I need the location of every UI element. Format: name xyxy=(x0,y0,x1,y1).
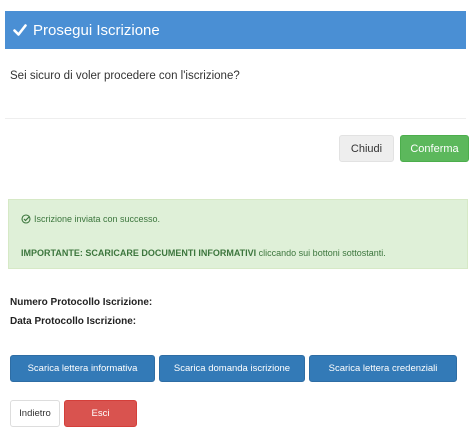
download-credentials-letter-button[interactable]: Scarica lettera credenziali xyxy=(309,355,457,382)
check-circle-icon xyxy=(21,214,31,224)
success-alert: Iscrizione inviata con successo. IMPORTA… xyxy=(8,199,468,269)
download-informative-letter-button[interactable]: Scarica lettera informativa xyxy=(10,355,155,382)
important-rest-text: cliccando sui bottoni sottostanti. xyxy=(256,248,386,258)
modal-title: Prosegui Iscrizione xyxy=(33,21,160,39)
modal-message: Sei sicuro di voler procedere con l'iscr… xyxy=(10,70,240,82)
download-application-button[interactable]: Scarica domanda iscrizione xyxy=(159,355,305,382)
check-icon xyxy=(13,23,27,37)
protocol-number-label: Numero Protocollo Iscrizione: xyxy=(10,297,153,308)
alert-important-line: IMPORTANTE: SCARICARE DOCUMENTI INFORMAT… xyxy=(21,248,386,258)
protocol-date-label: Data Protocollo Iscrizione: xyxy=(10,316,137,327)
important-bold-text: IMPORTANTE: SCARICARE DOCUMENTI INFORMAT… xyxy=(21,248,257,258)
close-button[interactable]: Chiudi xyxy=(339,135,394,162)
alert-success-line: Iscrizione inviata con successo. xyxy=(21,214,160,224)
back-button[interactable]: Indietro xyxy=(10,400,60,427)
exit-button[interactable]: Esci xyxy=(64,400,137,427)
success-text: Iscrizione inviata con successo. xyxy=(34,214,161,224)
modal-header: Prosegui Iscrizione xyxy=(5,11,466,49)
modal-divider xyxy=(5,118,466,119)
confirm-button[interactable]: Conferma xyxy=(400,135,469,162)
